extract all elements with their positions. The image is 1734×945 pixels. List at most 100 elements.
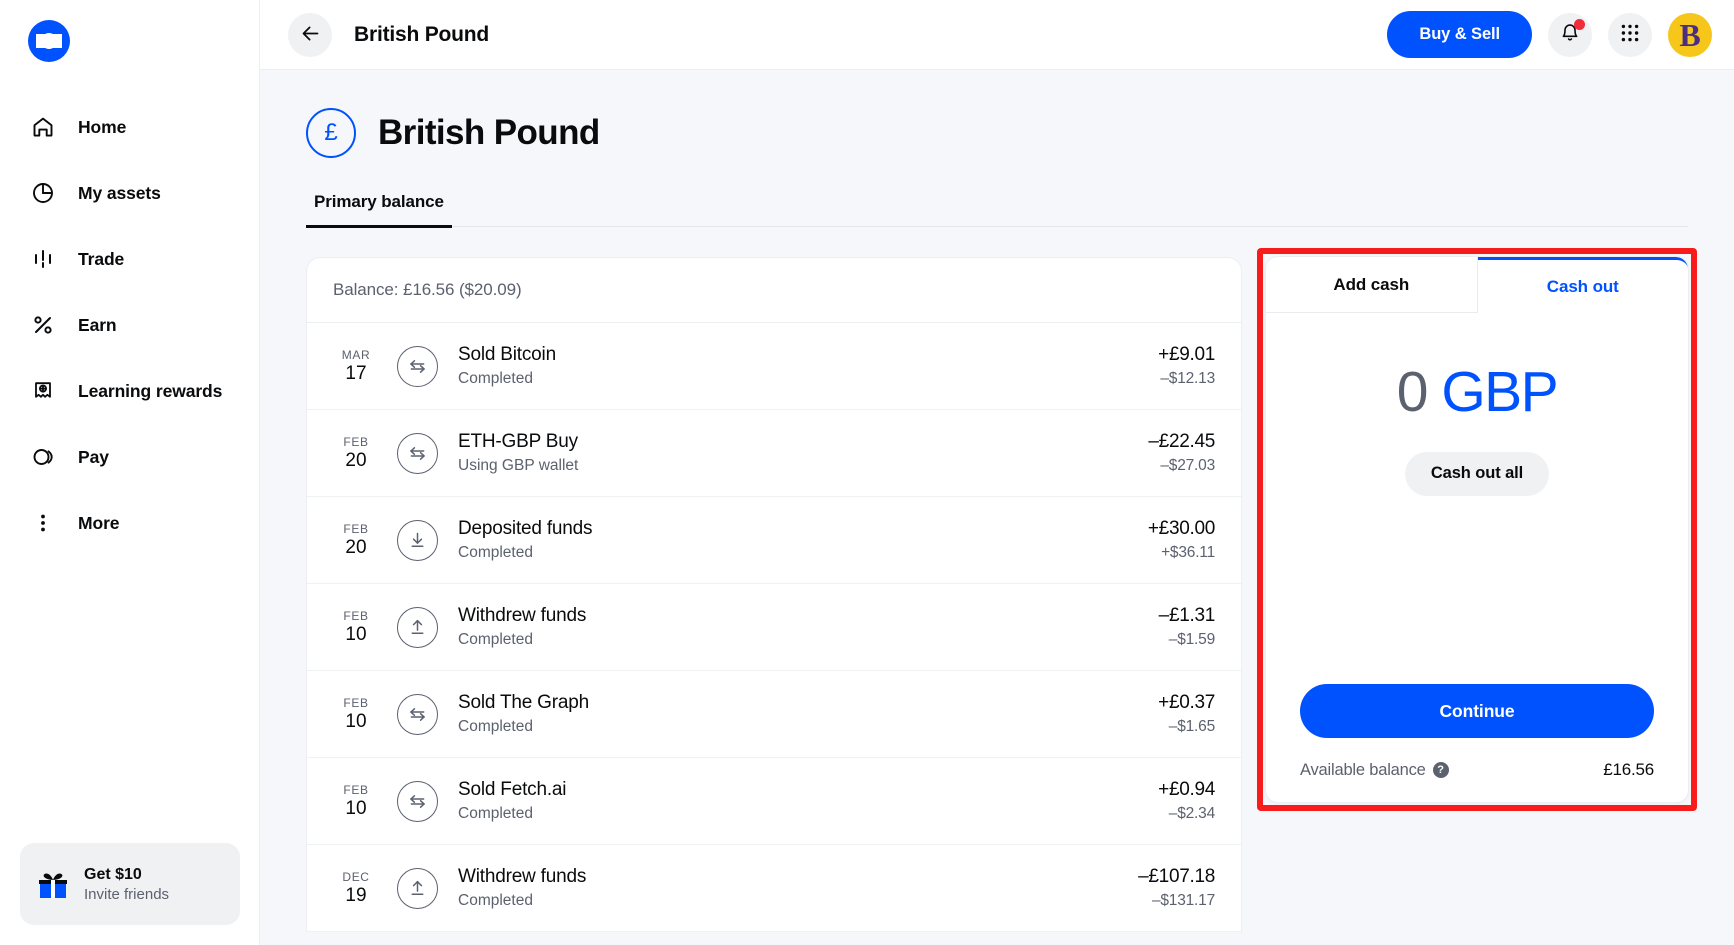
- cash-panel-tabs: Add cash Cash out: [1266, 257, 1688, 313]
- asset-name: British Pound: [378, 113, 600, 152]
- content-scroll-area[interactable]: £ British Pound Primary balance Balance:…: [260, 70, 1734, 945]
- available-balance-value: £16.56: [1603, 760, 1654, 779]
- transaction-info: Sold The Graph Completed: [458, 692, 589, 736]
- transaction-amount: +£9.01: [1158, 344, 1215, 365]
- transaction-date: FEB 20: [333, 522, 379, 559]
- tab-primary-balance[interactable]: Primary balance: [306, 192, 452, 228]
- transaction-amount: –£1.31: [1158, 605, 1216, 626]
- transaction-date: DEC 19: [333, 870, 379, 907]
- transaction-amounts: –£22.45 –$27.03: [1148, 431, 1215, 475]
- candlestick-icon: [30, 246, 56, 272]
- pay-icon: [30, 444, 56, 470]
- sidebar-item-home[interactable]: Home: [0, 94, 259, 160]
- sidebar-item-learning-rewards[interactable]: Learning rewards: [0, 358, 259, 424]
- cash-panel-body: 0 GBP Cash out all Continue Available ba…: [1266, 313, 1688, 802]
- sidebar-item-more[interactable]: More: [0, 490, 259, 556]
- transaction-amount: +£30.00: [1147, 518, 1215, 539]
- transaction-day: 10: [345, 623, 367, 645]
- table-row[interactable]: DEC 19 Withdrew funds Completed –£107.18…: [307, 845, 1241, 932]
- transaction-month: MAR: [341, 347, 371, 362]
- cash-out-all-button[interactable]: Cash out all: [1404, 451, 1550, 496]
- table-row[interactable]: FEB 10 Sold The Graph Completed +£0.37 –…: [307, 671, 1241, 758]
- transaction-fiat-amount: –$2.34: [1168, 805, 1215, 822]
- sidebar-item-earn[interactable]: Earn: [0, 292, 259, 358]
- cash-panel-wrapper: Add cash Cash out 0 GBP Cash out all Con…: [1257, 248, 1697, 932]
- transaction-info: Withdrew funds Completed: [458, 605, 586, 649]
- transaction-day: 17: [345, 362, 367, 384]
- transaction-date: MAR 17: [333, 348, 379, 385]
- amount-value: 0: [1396, 360, 1429, 424]
- notifications-button[interactable]: [1548, 12, 1592, 57]
- transaction-status: Completed: [458, 631, 533, 648]
- columns: Balance: £16.56 ($20.09) MAR 17 Sold Bit…: [306, 248, 1697, 932]
- transaction-info: ETH-GBP Buy Using GBP wallet: [458, 431, 578, 475]
- badge-icon: [30, 378, 56, 404]
- apps-menu-button[interactable]: [1608, 12, 1652, 57]
- invite-friends-promo[interactable]: Get $10 Invite friends: [20, 843, 240, 925]
- transaction-amounts: –£107.18 –$131.17: [1138, 866, 1215, 910]
- sidebar-item-pay[interactable]: Pay: [0, 424, 259, 490]
- tab-add-cash[interactable]: Add cash: [1266, 257, 1478, 313]
- balance-summary: Balance: £16.56 ($20.09): [307, 258, 1241, 323]
- transaction-month: FEB: [343, 521, 369, 536]
- transaction-amounts: +£9.01 –$12.13: [1158, 344, 1215, 388]
- swap-icon: [397, 432, 438, 474]
- upload-icon: [397, 867, 438, 909]
- pie-chart-icon: [30, 180, 56, 206]
- transaction-fiat-amount: –$1.59: [1168, 631, 1215, 648]
- back-button[interactable]: [288, 12, 332, 57]
- help-icon[interactable]: ?: [1432, 762, 1449, 778]
- transaction-status: Completed: [458, 718, 533, 735]
- asset-header: £ British Pound: [306, 108, 1688, 158]
- pound-sterling-icon: £: [306, 108, 356, 158]
- promo-title: Get $10: [84, 865, 142, 883]
- transaction-status: Completed: [458, 892, 533, 909]
- sidebar-item-label: My assets: [78, 182, 161, 203]
- sidebar-item-label: Home: [78, 116, 127, 137]
- available-balance-label: Available balance: [1300, 760, 1426, 779]
- amount-input[interactable]: 0 GBP: [1396, 360, 1559, 424]
- transaction-month: DEC: [342, 869, 370, 884]
- transactions-card: Balance: £16.56 ($20.09) MAR 17 Sold Bit…: [306, 257, 1242, 932]
- avatar-label: B: [1679, 16, 1701, 53]
- sidebar: Home My assets Trade Earn Learning rewar…: [0, 0, 260, 945]
- sidebar-item-trade[interactable]: Trade: [0, 226, 259, 292]
- transaction-title: ETH-GBP Buy: [458, 431, 578, 452]
- transaction-amount: –£22.45: [1148, 431, 1215, 452]
- promo-text: Get $10 Invite friends: [84, 866, 169, 903]
- table-row[interactable]: FEB 20 Deposited funds Completed +£30.00…: [307, 497, 1241, 584]
- notification-badge: [1574, 18, 1585, 30]
- table-row[interactable]: MAR 17 Sold Bitcoin Completed +£9.01 –$1…: [307, 323, 1241, 410]
- transaction-day: 20: [345, 449, 367, 471]
- tab-cash-out[interactable]: Cash out: [1477, 257, 1688, 313]
- sidebar-item-label: Trade: [78, 248, 125, 269]
- continue-button[interactable]: Continue: [1300, 684, 1654, 738]
- transaction-month: FEB: [343, 608, 369, 623]
- upload-icon: [397, 606, 438, 648]
- table-row[interactable]: FEB 10 Withdrew funds Completed –£1.31 –…: [307, 584, 1241, 671]
- coinbase-logo[interactable]: [28, 20, 70, 62]
- table-row[interactable]: FEB 20 ETH-GBP Buy Using GBP wallet –£22…: [307, 410, 1241, 497]
- transaction-amount: –£107.18: [1138, 866, 1215, 887]
- transaction-date: FEB 10: [333, 696, 379, 733]
- transaction-fiat-amount: –$27.03: [1160, 457, 1215, 474]
- swap-icon: [397, 345, 438, 387]
- transaction-amounts: +£30.00 +$36.11: [1148, 518, 1215, 562]
- balance-tabs: Primary balance: [306, 192, 1688, 228]
- transaction-date: FEB 20: [333, 435, 379, 472]
- table-row[interactable]: FEB 10 Sold Fetch.ai Completed +£0.94 –$…: [307, 758, 1241, 845]
- transaction-month: FEB: [343, 782, 369, 797]
- home-icon: [30, 114, 56, 140]
- buy-and-sell-button[interactable]: Buy & Sell: [1387, 11, 1532, 58]
- transaction-date: FEB 10: [333, 783, 379, 820]
- transaction-month: FEB: [343, 695, 369, 710]
- cash-panel: Add cash Cash out 0 GBP Cash out all Con…: [1266, 257, 1688, 802]
- transaction-fiat-amount: –$12.13: [1160, 370, 1215, 387]
- transaction-fiat-amount: –$131.17: [1151, 892, 1215, 909]
- sidebar-item-my-assets[interactable]: My assets: [0, 160, 259, 226]
- avatar[interactable]: B: [1668, 12, 1712, 57]
- transaction-month: FEB: [343, 434, 369, 449]
- transaction-info: Withdrew funds Completed: [458, 866, 586, 910]
- cash-panel-footer: Continue Available balance ? £16.56: [1300, 684, 1654, 780]
- swap-icon: [397, 693, 438, 735]
